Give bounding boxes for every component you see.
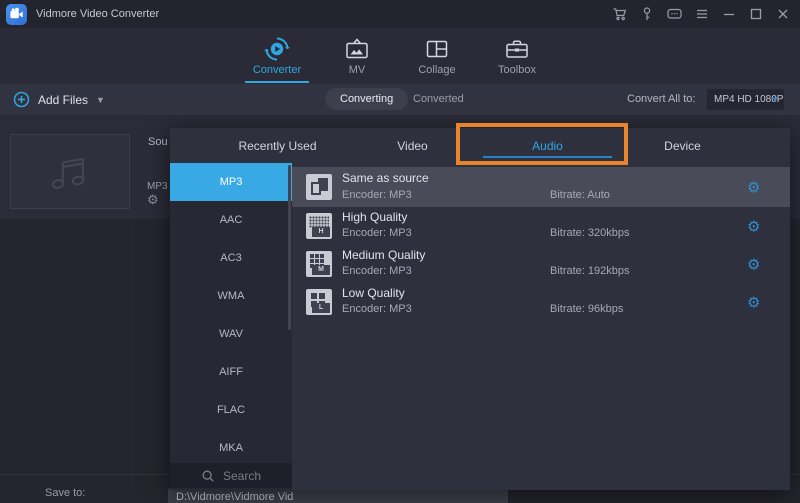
- file-thumbnail: [10, 134, 130, 209]
- panel-tab-recently-used[interactable]: Recently Used: [210, 128, 345, 163]
- profile-name: Low Quality: [342, 286, 405, 300]
- convert-all-label: Convert All to:: [627, 84, 695, 115]
- search-icon: [201, 469, 215, 483]
- window-title: Vidmore Video Converter: [36, 8, 159, 20]
- converter-active-underline: [245, 81, 309, 83]
- tab-toolbox-label: Toolbox: [498, 64, 536, 76]
- dropdown-caret-icon: ▼: [771, 89, 779, 110]
- profile-name: Medium Quality: [342, 248, 425, 262]
- panel-tab-video[interactable]: Video: [345, 128, 480, 163]
- sidebar-item-aac[interactable]: AAC: [170, 201, 292, 239]
- add-files-caret-icon[interactable]: ▼: [96, 95, 105, 105]
- sidebar-item-mka[interactable]: MKA: [170, 429, 292, 467]
- profile-encoder: Encoder: MP3: [342, 189, 412, 201]
- maximize-button[interactable]: [748, 6, 764, 22]
- medium-quality-icon: M: [306, 251, 332, 277]
- profile-name: High Quality: [342, 210, 407, 224]
- profile-list: Same as source Encoder: MP3 Bitrate: Aut…: [292, 163, 790, 490]
- tab-mv-label: MV: [349, 64, 366, 76]
- file-settings-icon[interactable]: ⚙: [147, 192, 159, 208]
- tab-collage-label: Collage: [418, 64, 455, 76]
- panel-tab-device[interactable]: Device: [615, 128, 750, 163]
- sidebar-item-mp3[interactable]: MP3: [170, 163, 292, 201]
- profile-bitrate: Bitrate: 96kbps: [550, 303, 623, 315]
- key-icon[interactable]: [639, 6, 655, 22]
- profile-row-medium-quality[interactable]: M Medium Quality Encoder: MP3 Bitrate: 1…: [292, 245, 790, 283]
- save-to-label: Save to:: [45, 487, 85, 499]
- search-box[interactable]: Search: [170, 463, 292, 488]
- profile-bitrate: Bitrate: 320kbps: [550, 227, 630, 239]
- tab-toolbox[interactable]: Toolbox: [477, 28, 557, 84]
- profile-settings-gear-icon[interactable]: ⚙: [747, 219, 760, 234]
- file-format-label: MP3: [147, 181, 168, 192]
- toolbar: Add Files ▼ Converting Converted Convert…: [0, 84, 800, 115]
- search-label: Search: [223, 469, 261, 483]
- low-quality-icon: L: [306, 289, 332, 315]
- minimize-button[interactable]: [721, 6, 737, 22]
- format-panel: Recently Used Video Audio Device MP3 AAC…: [170, 128, 790, 490]
- close-button[interactable]: [775, 6, 791, 22]
- feedback-icon[interactable]: [666, 6, 683, 22]
- tab-mv[interactable]: MV: [317, 28, 397, 84]
- format-sidebar: MP3 AAC AC3 WMA WAV AIFF FLAC MKA Search: [170, 163, 292, 490]
- tab-converting[interactable]: Converting: [325, 88, 408, 110]
- music-note-icon: [46, 151, 94, 193]
- mv-icon: [344, 35, 370, 63]
- main-nav: Converter MV Collage: [0, 28, 800, 84]
- converter-icon: [263, 35, 291, 63]
- sidebar-scrollbar[interactable]: [288, 165, 291, 330]
- profile-settings-gear-icon[interactable]: ⚙: [747, 180, 760, 195]
- high-quality-icon: H: [306, 213, 332, 239]
- profile-row-low-quality[interactable]: L Low Quality Encoder: MP3 Bitrate: 96kb…: [292, 283, 790, 321]
- audio-tab-underline: [483, 156, 612, 158]
- profile-row-same-as-source[interactable]: Same as source Encoder: MP3 Bitrate: Aut…: [292, 167, 790, 207]
- sidebar-item-ac3[interactable]: AC3: [170, 239, 292, 277]
- save-to-path-field[interactable]: D:\Vidmore\Vidmore Vid: [168, 488, 508, 503]
- profile-settings-gear-icon[interactable]: ⚙: [747, 257, 760, 272]
- add-files-button[interactable]: Add Files ▼: [13, 84, 105, 115]
- tab-converted[interactable]: Converted: [413, 84, 464, 115]
- profile-settings-gear-icon[interactable]: ⚙: [747, 295, 760, 310]
- tab-converter[interactable]: Converter: [237, 28, 317, 84]
- profile-row-high-quality[interactable]: H High Quality Encoder: MP3 Bitrate: 320…: [292, 207, 790, 245]
- profile-bitrate: Bitrate: 192kbps: [550, 265, 630, 277]
- collage-icon: [424, 35, 450, 63]
- profile-encoder: Encoder: MP3: [342, 265, 412, 277]
- profile-encoder: Encoder: MP3: [342, 303, 412, 315]
- titlebar: Vidmore Video Converter: [0, 0, 800, 28]
- format-panel-tabs: Recently Used Video Audio Device: [170, 128, 790, 163]
- sidebar-item-wma[interactable]: WMA: [170, 277, 292, 315]
- profile-bitrate: Bitrate: Auto: [550, 189, 610, 201]
- cart-icon[interactable]: [612, 6, 628, 22]
- app-logo-icon: [6, 4, 27, 25]
- plus-circle-icon: [13, 91, 30, 108]
- sidebar-item-flac[interactable]: FLAC: [170, 391, 292, 429]
- sidebar-item-wav[interactable]: WAV: [170, 315, 292, 353]
- same-as-source-icon: [306, 174, 332, 200]
- tab-collage[interactable]: Collage: [397, 28, 477, 84]
- tab-converter-label: Converter: [253, 64, 301, 76]
- menu-icon[interactable]: [694, 6, 710, 22]
- toolbox-icon: [504, 35, 530, 63]
- panel-tab-audio[interactable]: Audio: [480, 128, 615, 163]
- sidebar-item-aiff[interactable]: AIFF: [170, 353, 292, 391]
- add-files-label: Add Files: [38, 93, 88, 107]
- profile-encoder: Encoder: MP3: [342, 227, 412, 239]
- file-source-label: Sou: [148, 136, 168, 148]
- profile-name: Same as source: [342, 171, 429, 185]
- convert-all-dropdown[interactable]: MP4 HD 1080P ▼: [707, 89, 784, 110]
